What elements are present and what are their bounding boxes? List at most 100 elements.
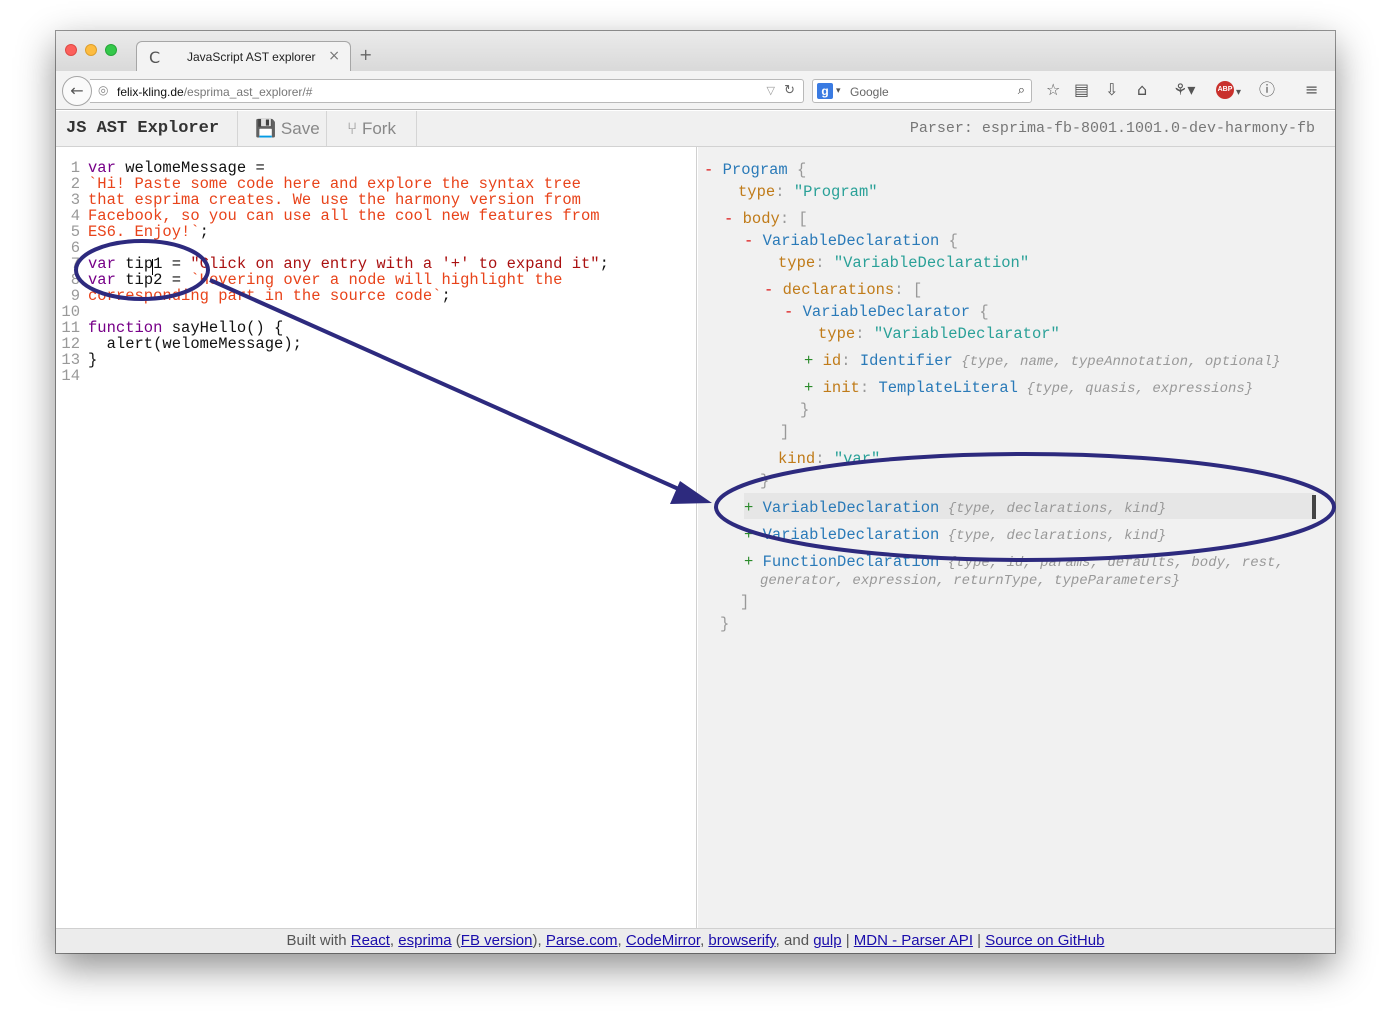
tree-node-row[interactable]: + id: Identifier {type, name, typeAnnota… bbox=[804, 352, 1281, 371]
tree-token: kind bbox=[778, 450, 816, 468]
network-addon-icon[interactable]: ⚘▾ bbox=[1173, 80, 1195, 100]
footer-link[interactable]: React bbox=[351, 932, 390, 949]
footer-link[interactable]: esprima bbox=[398, 932, 451, 949]
info-icon[interactable]: ⓘ bbox=[1259, 80, 1275, 100]
code-text[interactable]: alert(welomeMessage); bbox=[88, 336, 302, 352]
tree-node-row[interactable]: } bbox=[760, 472, 769, 490]
code-token: ; bbox=[199, 223, 209, 241]
url-path: /esprima_ast_explorer/# bbox=[183, 85, 313, 99]
tree-token: : bbox=[841, 352, 860, 370]
line-number: 5 bbox=[70, 223, 80, 241]
line-number: 9 bbox=[70, 287, 80, 305]
tree-toggle[interactable]: + bbox=[744, 526, 763, 544]
line-number: 1 bbox=[70, 159, 80, 177]
tree-token: Program bbox=[722, 161, 788, 179]
tree-toggle[interactable]: - bbox=[724, 210, 743, 228]
tree-toggle[interactable]: - bbox=[744, 232, 763, 250]
tree-node-row[interactable]: type: "Program" bbox=[738, 183, 878, 201]
code-text[interactable]: var tip2 = `Hovering over a node will hi… bbox=[88, 272, 562, 288]
tab-title: JavaScript AST explorer bbox=[187, 50, 316, 64]
tree-toggle[interactable]: - bbox=[784, 303, 803, 321]
tree-node-row[interactable]: + init: TemplateLiteral {type, quasis, e… bbox=[804, 379, 1253, 398]
reload-icon[interactable]: ↻ bbox=[784, 83, 795, 98]
code-text[interactable]: corresponding part in the source code`; bbox=[88, 288, 451, 304]
footer-link[interactable]: CodeMirror bbox=[626, 932, 700, 949]
tree-node-row[interactable]: + VariableDeclaration {type, declaration… bbox=[744, 526, 1166, 545]
code-text[interactable]: ES6. Enjoy!`; bbox=[88, 224, 209, 240]
code-text[interactable]: } bbox=[88, 352, 97, 368]
tab-active[interactable]: C JavaScript AST explorer × bbox=[136, 41, 351, 72]
tree-token: TemplateLiteral bbox=[878, 379, 1018, 397]
history-dropdown-icon[interactable]: ▽ bbox=[767, 84, 775, 97]
tree-toggle[interactable]: - bbox=[704, 161, 723, 179]
tree-toggle[interactable]: + bbox=[744, 499, 763, 517]
magnifier-icon[interactable]: ⌕ bbox=[1018, 83, 1025, 98]
star-icon[interactable]: ☆ bbox=[1046, 80, 1060, 100]
line-number: 8 bbox=[70, 271, 80, 289]
tree-node-row[interactable]: + VariableDeclaration {type, declaration… bbox=[744, 499, 1166, 518]
app-brand: JS AST Explorer bbox=[56, 111, 238, 146]
tree-token: FunctionDeclaration bbox=[762, 553, 940, 571]
clipboard-icon[interactable]: ▤ bbox=[1074, 80, 1089, 100]
code-text[interactable]: var tip1 = "Click on any entry with a '+… bbox=[88, 256, 609, 272]
tree-token: : [ bbox=[894, 281, 923, 299]
scroll-indicator[interactable] bbox=[1312, 495, 1316, 519]
fork-button[interactable]: ⑂ Fork bbox=[327, 111, 417, 146]
maximize-window-icon[interactable] bbox=[105, 44, 117, 56]
tree-node-row[interactable]: kind: "var" bbox=[778, 450, 880, 468]
search-engine-dropdown-icon[interactable]: ▾ bbox=[836, 85, 841, 96]
footer-link[interactable]: Source on GitHub bbox=[985, 932, 1104, 949]
tree-node-row[interactable]: + FunctionDeclaration {type, id, params,… bbox=[744, 553, 1284, 572]
minimize-window-icon[interactable] bbox=[85, 44, 97, 56]
tree-toggle[interactable]: + bbox=[804, 352, 823, 370]
tree-node-row[interactable]: - body: [ bbox=[724, 210, 808, 228]
tree-token: } bbox=[760, 472, 770, 490]
tree-node-row[interactable]: ] bbox=[780, 423, 789, 441]
tree-toggle[interactable]: - bbox=[764, 281, 783, 299]
tree-node-row[interactable]: type: "VariableDeclaration" bbox=[778, 254, 1029, 272]
save-button[interactable]: 💾 Save bbox=[239, 111, 327, 146]
tree-node-row[interactable]: - declarations: [ bbox=[764, 281, 922, 299]
footer-text: | bbox=[972, 932, 986, 949]
footer-link[interactable]: MDN - Parser API bbox=[854, 932, 973, 949]
home-icon[interactable]: ⌂ bbox=[1137, 80, 1147, 100]
tree-node-row[interactable]: } bbox=[800, 401, 809, 419]
url-bar[interactable]: ◎ felix-kling.de/esprima_ast_explorer/# … bbox=[90, 79, 804, 103]
download-arrow-icon[interactable]: ⇩ bbox=[1105, 80, 1118, 100]
tab-close-icon[interactable]: × bbox=[328, 48, 340, 64]
code-text[interactable]: that esprima creates. We use the harmony… bbox=[88, 192, 581, 208]
tree-node-row[interactable]: - Program { bbox=[704, 161, 806, 179]
tree-token: : bbox=[855, 325, 874, 343]
search-engine-icon[interactable]: g bbox=[817, 83, 833, 99]
tree-node-row[interactable]: } bbox=[720, 615, 729, 633]
hamburger-icon[interactable]: ≡ bbox=[1305, 80, 1318, 100]
ast-tree-panel: - Program { type: "Program" - body: [ - Var… bbox=[698, 147, 1335, 928]
code-text[interactable]: Facebook, so you can use all the cool ne… bbox=[88, 208, 600, 224]
tree-toggle[interactable]: + bbox=[804, 379, 823, 397]
url-text[interactable]: felix-kling.de/esprima_ast_explorer/# bbox=[117, 85, 312, 99]
tree-node-row[interactable]: - VariableDeclarator { bbox=[784, 303, 989, 321]
back-arrow-icon[interactable]: ← bbox=[62, 76, 92, 106]
code-text[interactable]: function sayHello() { bbox=[88, 320, 283, 336]
new-tab-icon[interactable]: + bbox=[359, 45, 372, 64]
code-text[interactable]: `Hi! Paste some code here and explore th… bbox=[88, 176, 581, 192]
tree-node-row[interactable]: - VariableDeclaration { bbox=[744, 232, 958, 250]
tree-node-row[interactable]: ] bbox=[740, 593, 749, 611]
tree-node-row[interactable]: type: "VariableDeclarator" bbox=[818, 325, 1060, 343]
close-window-icon[interactable] bbox=[65, 44, 77, 56]
adblock-icon[interactable]: ABP bbox=[1216, 81, 1234, 99]
tree-toggle[interactable]: + bbox=[744, 553, 763, 571]
url-domain: felix-kling.de bbox=[117, 85, 184, 99]
footer-link[interactable]: gulp bbox=[813, 932, 841, 949]
search-box[interactable]: g ▾ Google ⌕ bbox=[812, 79, 1032, 103]
browser-window: C JavaScript AST explorer × + ◎ felix-kl… bbox=[56, 31, 1335, 953]
search-input[interactable]: Google bbox=[850, 85, 889, 99]
code-text[interactable]: var welomeMessage = bbox=[88, 160, 274, 176]
tree-token: } bbox=[800, 401, 810, 419]
tree-node-row[interactable]: generator, expression, returnType, typeP… bbox=[760, 571, 1180, 590]
footer-link[interactable]: browserify bbox=[708, 932, 775, 949]
footer-link[interactable]: FB version bbox=[461, 932, 533, 949]
footer-text: ( bbox=[451, 932, 461, 949]
adblock-dropdown-icon[interactable]: ▾ bbox=[1236, 83, 1241, 103]
footer-link[interactable]: Parse.com bbox=[546, 932, 618, 949]
